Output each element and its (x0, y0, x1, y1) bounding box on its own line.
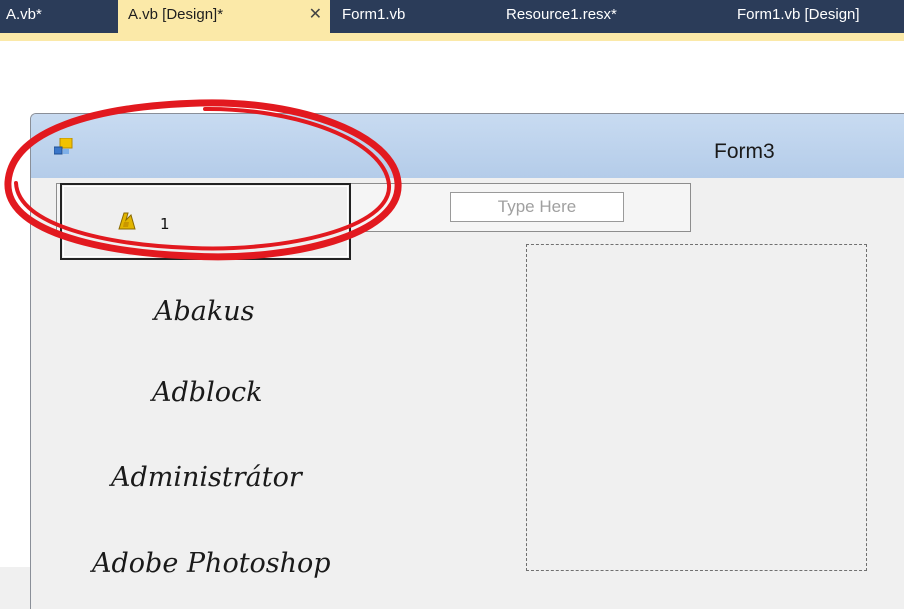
tab-label: A.vb [Design]* (128, 6, 224, 23)
form-title: Form3 (714, 140, 775, 163)
designer-surface: Form3 Type Here 1 Abakus Adblock Adminis… (0, 41, 904, 609)
tab-form1-vb[interactable]: Form1.vb (340, 0, 482, 33)
label-adobe-photoshop[interactable]: Adobe Photoshop (92, 548, 331, 579)
type-here-box[interactable]: Type Here (450, 192, 624, 222)
label-adblock[interactable]: Adblock (152, 377, 262, 408)
panel-container[interactable] (526, 244, 867, 571)
tab-a-vb-design[interactable]: A.vb [Design]* ✕ (118, 0, 330, 33)
tab-form1-vb-design[interactable]: Form1.vb [Design] (737, 0, 904, 33)
form-title-bar[interactable]: Form3 (31, 114, 904, 178)
form-icon (54, 138, 73, 155)
image-icon (118, 212, 136, 230)
label-administrator[interactable]: Administrátor (111, 462, 302, 493)
label-abakus[interactable]: Abakus (154, 296, 255, 327)
tab-resource1-resx[interactable]: Resource1.resx* (506, 0, 686, 33)
form-client-area[interactable]: Type Here 1 Abakus Adblock Administrátor… (31, 178, 904, 609)
document-tab-strip: A.vb* A.vb [Design]* ✕ Form1.vb Resource… (0, 0, 904, 33)
close-icon[interactable]: ✕ (309, 0, 322, 30)
menu-item-1[interactable]: 1 (60, 183, 351, 260)
form-window[interactable]: Form3 Type Here 1 Abakus Adblock Adminis… (30, 113, 904, 609)
tab-a-vb[interactable]: A.vb* (0, 0, 116, 33)
active-tab-accent (0, 33, 904, 41)
menu-item-label: 1 (160, 215, 170, 233)
